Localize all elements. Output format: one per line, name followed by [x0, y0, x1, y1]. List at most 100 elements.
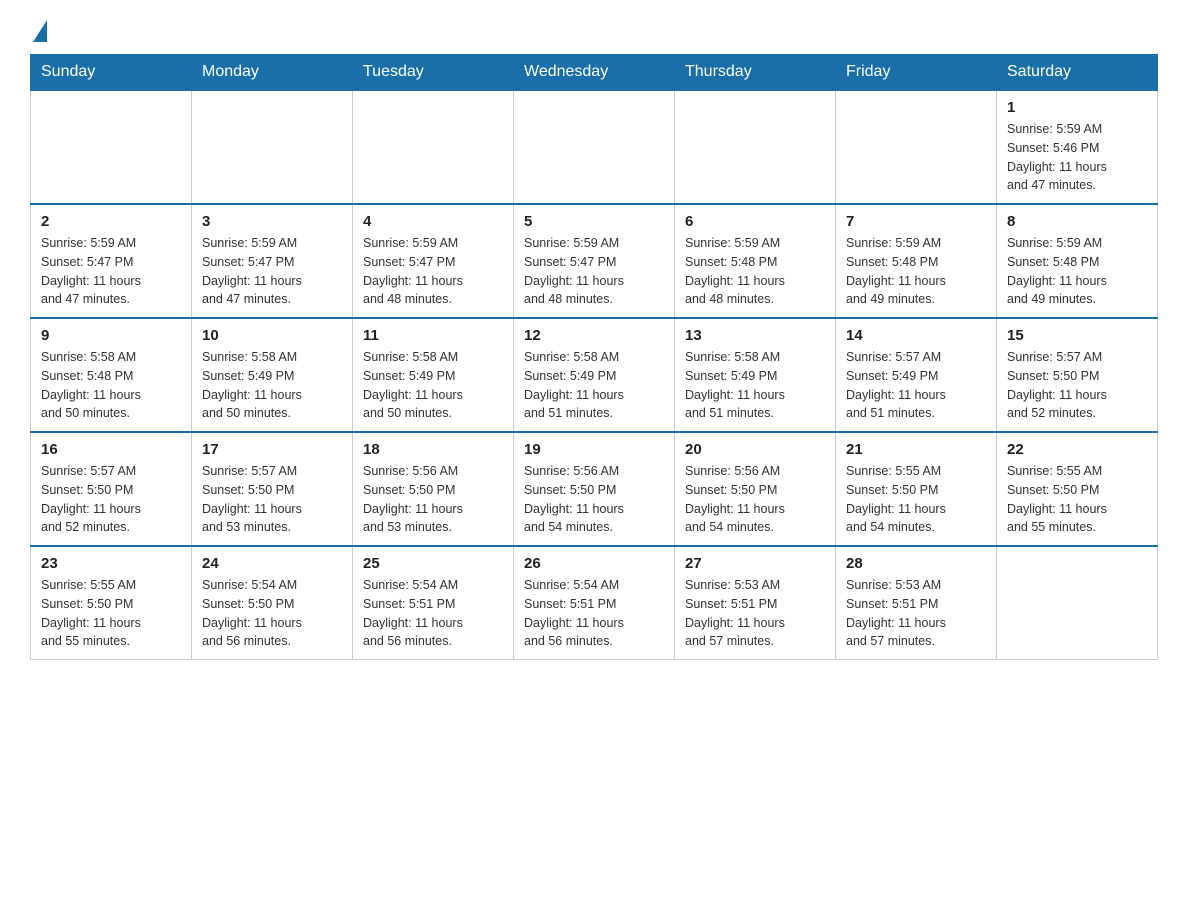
table-row: 13 Sunrise: 5:58 AMSunset: 5:49 PMDayligh… [675, 318, 836, 432]
col-wednesday: Wednesday [514, 55, 675, 91]
calendar-week-row: 16 Sunrise: 5:57 AMSunset: 5:50 PMDayligh… [31, 432, 1158, 546]
day-number: 6 [685, 213, 825, 230]
day-info: Sunrise: 5:54 AMSunset: 5:50 PMDaylight:… [202, 576, 342, 651]
day-number: 17 [202, 441, 342, 458]
day-info: Sunrise: 5:57 AMSunset: 5:50 PMDaylight:… [1007, 348, 1147, 423]
calendar-week-row: 2 Sunrise: 5:59 AMSunset: 5:47 PMDaylight… [31, 204, 1158, 318]
col-friday: Friday [836, 55, 997, 91]
table-row [353, 90, 514, 204]
day-number: 7 [846, 213, 986, 230]
day-info: Sunrise: 5:59 AMSunset: 5:46 PMDaylight:… [1007, 120, 1147, 195]
day-info: Sunrise: 5:53 AMSunset: 5:51 PMDaylight:… [846, 576, 986, 651]
table-row: 26 Sunrise: 5:54 AMSunset: 5:51 PMDayligh… [514, 546, 675, 660]
day-info: Sunrise: 5:54 AMSunset: 5:51 PMDaylight:… [363, 576, 503, 651]
table-row: 17 Sunrise: 5:57 AMSunset: 5:50 PMDayligh… [192, 432, 353, 546]
table-row: 5Sunrise: 5:59 AMSunset: 5:47 PMDaylight… [514, 204, 675, 318]
day-info: Sunrise: 5:56 AMSunset: 5:50 PMDaylight:… [363, 462, 503, 537]
table-row [31, 90, 192, 204]
day-number: 12 [524, 327, 664, 344]
logo [30, 20, 47, 44]
day-info: Sunrise: 5:58 AMSunset: 5:48 PMDaylight:… [41, 348, 181, 423]
day-info: Sunrise: 5:57 AMSunset: 5:50 PMDaylight:… [41, 462, 181, 537]
table-row: 20 Sunrise: 5:56 AMSunset: 5:50 PMDayligh… [675, 432, 836, 546]
calendar-table: Sunday Monday Tuesday Wednesday Thursday… [30, 54, 1158, 660]
table-row [997, 546, 1158, 660]
table-row: 27 Sunrise: 5:53 AMSunset: 5:51 PMDayligh… [675, 546, 836, 660]
day-number: 27 [685, 555, 825, 572]
col-monday: Monday [192, 55, 353, 91]
table-row: 19 Sunrise: 5:56 AMSunset: 5:50 PMDayligh… [514, 432, 675, 546]
day-info: Sunrise: 5:59 AMSunset: 5:48 PMDaylight:… [1007, 234, 1147, 309]
day-info: Sunrise: 5:59 AMSunset: 5:48 PMDaylight:… [685, 234, 825, 309]
table-row: 18 Sunrise: 5:56 AMSunset: 5:50 PMDayligh… [353, 432, 514, 546]
table-row: 21 Sunrise: 5:55 AMSunset: 5:50 PMDayligh… [836, 432, 997, 546]
day-number: 24 [202, 555, 342, 572]
day-info: Sunrise: 5:53 AMSunset: 5:51 PMDaylight:… [685, 576, 825, 651]
col-tuesday: Tuesday [353, 55, 514, 91]
day-number: 22 [1007, 441, 1147, 458]
logo-triangle-icon [33, 20, 47, 42]
calendar-week-row: 9 Sunrise: 5:58 AMSunset: 5:48 PMDaylight… [31, 318, 1158, 432]
col-thursday: Thursday [675, 55, 836, 91]
day-info: Sunrise: 5:56 AMSunset: 5:50 PMDaylight:… [524, 462, 664, 537]
day-info: Sunrise: 5:57 AMSunset: 5:49 PMDaylight:… [846, 348, 986, 423]
day-number: 18 [363, 441, 503, 458]
day-info: Sunrise: 5:57 AMSunset: 5:50 PMDaylight:… [202, 462, 342, 537]
day-number: 15 [1007, 327, 1147, 344]
day-number: 20 [685, 441, 825, 458]
day-info: Sunrise: 5:59 AMSunset: 5:47 PMDaylight:… [524, 234, 664, 309]
table-row: 15 Sunrise: 5:57 AMSunset: 5:50 PMDayligh… [997, 318, 1158, 432]
table-row: 12 Sunrise: 5:58 AMSunset: 5:49 PMDayligh… [514, 318, 675, 432]
table-row: 10Sunrise: 5:58 AMSunset: 5:49 PMDayligh… [192, 318, 353, 432]
day-number: 4 [363, 213, 503, 230]
day-number: 9 [41, 327, 181, 344]
day-number: 8 [1007, 213, 1147, 230]
table-row: 16 Sunrise: 5:57 AMSunset: 5:50 PMDayligh… [31, 432, 192, 546]
day-info: Sunrise: 5:58 AMSunset: 5:49 PMDaylight:… [524, 348, 664, 423]
col-sunday: Sunday [31, 55, 192, 91]
table-row: 4 Sunrise: 5:59 AMSunset: 5:47 PMDaylight… [353, 204, 514, 318]
day-info: Sunrise: 5:59 AMSunset: 5:48 PMDaylight:… [846, 234, 986, 309]
day-number: 14 [846, 327, 986, 344]
day-number: 10 [202, 327, 342, 344]
col-saturday: Saturday [997, 55, 1158, 91]
table-row: 11 Sunrise: 5:58 AMSunset: 5:49 PMDayligh… [353, 318, 514, 432]
day-number: 1 [1007, 99, 1147, 116]
day-number: 19 [524, 441, 664, 458]
day-info: Sunrise: 5:55 AMSunset: 5:50 PMDaylight:… [1007, 462, 1147, 537]
day-info: Sunrise: 5:56 AMSunset: 5:50 PMDaylight:… [685, 462, 825, 537]
day-info: Sunrise: 5:58 AMSunset: 5:49 PMDaylight:… [685, 348, 825, 423]
table-row [675, 90, 836, 204]
day-number: 13 [685, 327, 825, 344]
table-row: 7 Sunrise: 5:59 AMSunset: 5:48 PMDaylight… [836, 204, 997, 318]
table-row: 22 Sunrise: 5:55 AMSunset: 5:50 PMDayligh… [997, 432, 1158, 546]
table-row: 6 Sunrise: 5:59 AMSunset: 5:48 PMDaylight… [675, 204, 836, 318]
calendar-header-row: Sunday Monday Tuesday Wednesday Thursday… [31, 55, 1158, 91]
day-info: Sunrise: 5:59 AMSunset: 5:47 PMDaylight:… [41, 234, 181, 309]
table-row [514, 90, 675, 204]
day-number: 21 [846, 441, 986, 458]
day-number: 11 [363, 327, 503, 344]
day-number: 23 [41, 555, 181, 572]
day-number: 25 [363, 555, 503, 572]
day-info: Sunrise: 5:55 AMSunset: 5:50 PMDaylight:… [41, 576, 181, 651]
table-row: 1 Sunrise: 5:59 AMSunset: 5:46 PMDaylight… [997, 90, 1158, 204]
table-row: 9 Sunrise: 5:58 AMSunset: 5:48 PMDaylight… [31, 318, 192, 432]
day-number: 3 [202, 213, 342, 230]
table-row: 2 Sunrise: 5:59 AMSunset: 5:47 PMDaylight… [31, 204, 192, 318]
day-info: Sunrise: 5:55 AMSunset: 5:50 PMDaylight:… [846, 462, 986, 537]
day-info: Sunrise: 5:59 AMSunset: 5:47 PMDaylight:… [202, 234, 342, 309]
table-row: 23 Sunrise: 5:55 AMSunset: 5:50 PMDayligh… [31, 546, 192, 660]
table-row: 3 Sunrise: 5:59 AMSunset: 5:47 PMDaylight… [192, 204, 353, 318]
day-info: Sunrise: 5:58 AMSunset: 5:49 PMDaylight:… [363, 348, 503, 423]
day-info: Sunrise: 5:54 AMSunset: 5:51 PMDaylight:… [524, 576, 664, 651]
day-number: 26 [524, 555, 664, 572]
day-number: 2 [41, 213, 181, 230]
day-info: Sunrise: 5:59 AMSunset: 5:47 PMDaylight:… [363, 234, 503, 309]
table-row: 8 Sunrise: 5:59 AMSunset: 5:48 PMDaylight… [997, 204, 1158, 318]
table-row [192, 90, 353, 204]
day-number: 28 [846, 555, 986, 572]
calendar-week-row: 23 Sunrise: 5:55 AMSunset: 5:50 PMDayligh… [31, 546, 1158, 660]
day-number: 16 [41, 441, 181, 458]
table-row: 28 Sunrise: 5:53 AMSunset: 5:51 PMDayligh… [836, 546, 997, 660]
